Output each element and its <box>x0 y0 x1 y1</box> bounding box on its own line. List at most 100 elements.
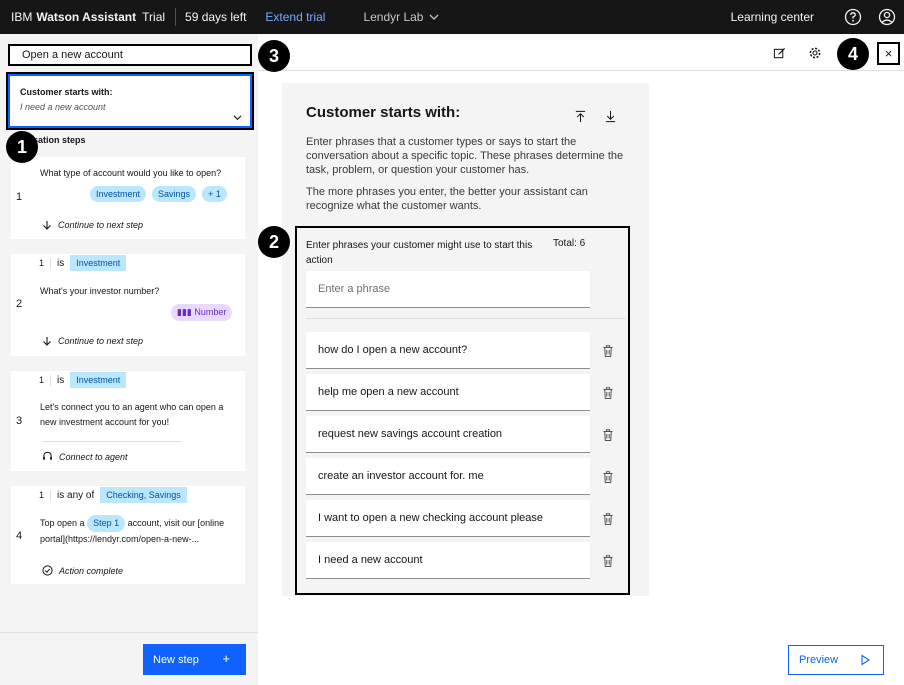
option-tag: Investment <box>90 186 147 202</box>
help-icon[interactable] <box>836 0 870 34</box>
divider <box>258 70 904 71</box>
step-footer: Continue to next step <box>42 220 143 230</box>
step-text: What type of account would you like to o… <box>40 168 222 178</box>
annotation-badge-2: 2 <box>258 226 290 258</box>
panel-description: Enter phrases that a customer types or s… <box>306 136 624 176</box>
steps-title: sation steps <box>33 135 86 145</box>
download-icon[interactable] <box>599 105 621 127</box>
learning-center-link[interactable]: Learning center <box>731 10 814 24</box>
step-card-4[interactable]: 1 is any of Checking, Savings 4 Top open… <box>11 486 245 584</box>
phrase-row[interactable]: how do I open a new account? <box>306 332 590 369</box>
phrase-row[interactable]: I need a new account <box>306 542 590 579</box>
chevron-down-icon <box>233 115 242 121</box>
preview-label: Preview <box>799 654 839 666</box>
panel-title: Customer starts with: <box>306 104 461 121</box>
workspace-name: Lendyr Lab <box>363 10 424 24</box>
step-footer-label: Action complete <box>59 565 124 576</box>
divider <box>0 632 258 633</box>
option-tag: Savings <box>152 186 197 202</box>
phrases-label: Enter phrases your customer might use to… <box>306 240 533 266</box>
phrase-row[interactable]: I want to open a new checking account pl… <box>306 500 590 537</box>
step-condition: 1 is Investment <box>33 254 127 272</box>
checkmark-circle-icon <box>42 565 53 576</box>
step-text: Top open a Step 1 account, visit our [on… <box>40 515 240 547</box>
user-avatar-icon[interactable] <box>870 0 904 34</box>
step-number: 4 <box>16 530 23 542</box>
action-name-field[interactable]: Open a new account <box>8 44 252 66</box>
customer-starts-card[interactable]: Customer starts with: I need a new accou… <box>6 72 254 130</box>
brand-ibm: IBM <box>11 10 33 24</box>
condition-operator: is <box>50 257 70 269</box>
preview-button[interactable]: Preview <box>788 645 884 675</box>
trash-icon[interactable] <box>601 386 615 400</box>
step-condition: 1 is Investment <box>33 371 127 389</box>
condition-ref: 1 <box>39 258 45 268</box>
step-text: What's your investor number? <box>40 286 160 296</box>
phrase-row[interactable]: help me open a new account <box>306 374 590 411</box>
gear-icon[interactable] <box>804 42 826 64</box>
phrases-section: Enter phrases your customer might use to… <box>295 226 630 595</box>
days-left: 59 days left <box>185 10 247 24</box>
condition-operator: is any of <box>50 489 100 501</box>
starts-card-title: Customer starts with: <box>20 87 113 97</box>
panel-hint: The more phrases you enter, the better y… <box>306 186 588 212</box>
condition-value: Checking, Savings <box>100 487 187 503</box>
annotation-badge-3: 3 <box>258 40 290 72</box>
divider <box>42 441 182 442</box>
condition-value: Investment <box>70 255 127 271</box>
step-text: Let's connect you to an agent who can op… <box>40 402 224 427</box>
step-footer-label: Continue to next step <box>58 220 144 230</box>
close-icon: × <box>884 46 893 61</box>
chevron-down-icon <box>430 14 439 20</box>
step-reference-tag: Step 1 <box>87 515 126 532</box>
step-footer-label: Connect to agent <box>59 451 128 462</box>
arrow-down-icon <box>43 221 51 230</box>
annotation-badge-4: 4 <box>837 38 869 70</box>
trash-icon[interactable] <box>601 344 615 358</box>
trash-icon[interactable] <box>601 554 615 568</box>
step-footer-label: Continue to next step <box>58 336 144 346</box>
divider <box>306 318 626 319</box>
new-step-label: New step <box>153 653 199 666</box>
plus-icon: + <box>222 651 230 666</box>
step-footer: Continue to next step <box>42 336 143 346</box>
workspace-switcher[interactable]: Lendyr Lab <box>363 10 439 24</box>
close-button[interactable]: × <box>877 42 900 65</box>
steps-panel: Open a new account Customer starts with:… <box>0 34 258 685</box>
trash-icon[interactable] <box>601 470 615 484</box>
new-step-button[interactable]: New step + <box>143 644 246 675</box>
brand-product: Watson Assistant <box>36 10 137 24</box>
starts-card-value: I need a new account <box>20 102 106 112</box>
headset-icon <box>43 451 52 460</box>
step-number: 1 <box>16 191 23 203</box>
trash-icon[interactable] <box>601 428 615 442</box>
more-options-tag[interactable]: + 1 <box>202 186 227 202</box>
step-footer: Connect to agent <box>42 451 128 462</box>
edit-icon[interactable] <box>768 42 790 64</box>
annotation-badge-1: 1 <box>6 131 38 163</box>
brand[interactable]: IBM Watson Assistant Trial <box>11 10 165 24</box>
condition-operator: is <box>50 374 70 386</box>
upload-icon[interactable] <box>569 105 591 127</box>
trash-icon[interactable] <box>601 512 615 526</box>
step-card-2[interactable]: 1 is Investment 2 What's your investor n… <box>11 254 245 356</box>
condition-ref: 1 <box>39 375 45 385</box>
number-type-tag: ▮▮▮ Number <box>171 304 233 321</box>
step-condition: 1 is any of Checking, Savings <box>33 486 187 504</box>
phrase-row[interactable]: create an investor account for. me <box>306 458 590 495</box>
step-number: 2 <box>16 298 23 310</box>
condition-value: Investment <box>70 372 127 388</box>
step-number: 3 <box>16 415 23 427</box>
play-icon <box>861 654 871 666</box>
customer-starts-panel: Customer starts with: Enter phrases that… <box>282 83 649 596</box>
phrase-row[interactable]: request new savings account creation <box>306 416 590 453</box>
extend-trial-link[interactable]: Extend trial <box>265 10 325 24</box>
phrases-total: Total: 6 <box>553 238 586 249</box>
plan-label: Trial <box>142 10 166 24</box>
top-header: IBM Watson Assistant Trial 59 days left … <box>0 0 904 34</box>
header-divider <box>175 8 177 26</box>
step-card-1[interactable]: 1 What type of account would you like to… <box>11 157 245 239</box>
condition-ref: 1 <box>39 490 45 500</box>
phrase-input[interactable]: Enter a phrase <box>306 271 590 308</box>
step-card-3[interactable]: 1 is Investment 3 Let's connect you to a… <box>11 371 245 471</box>
